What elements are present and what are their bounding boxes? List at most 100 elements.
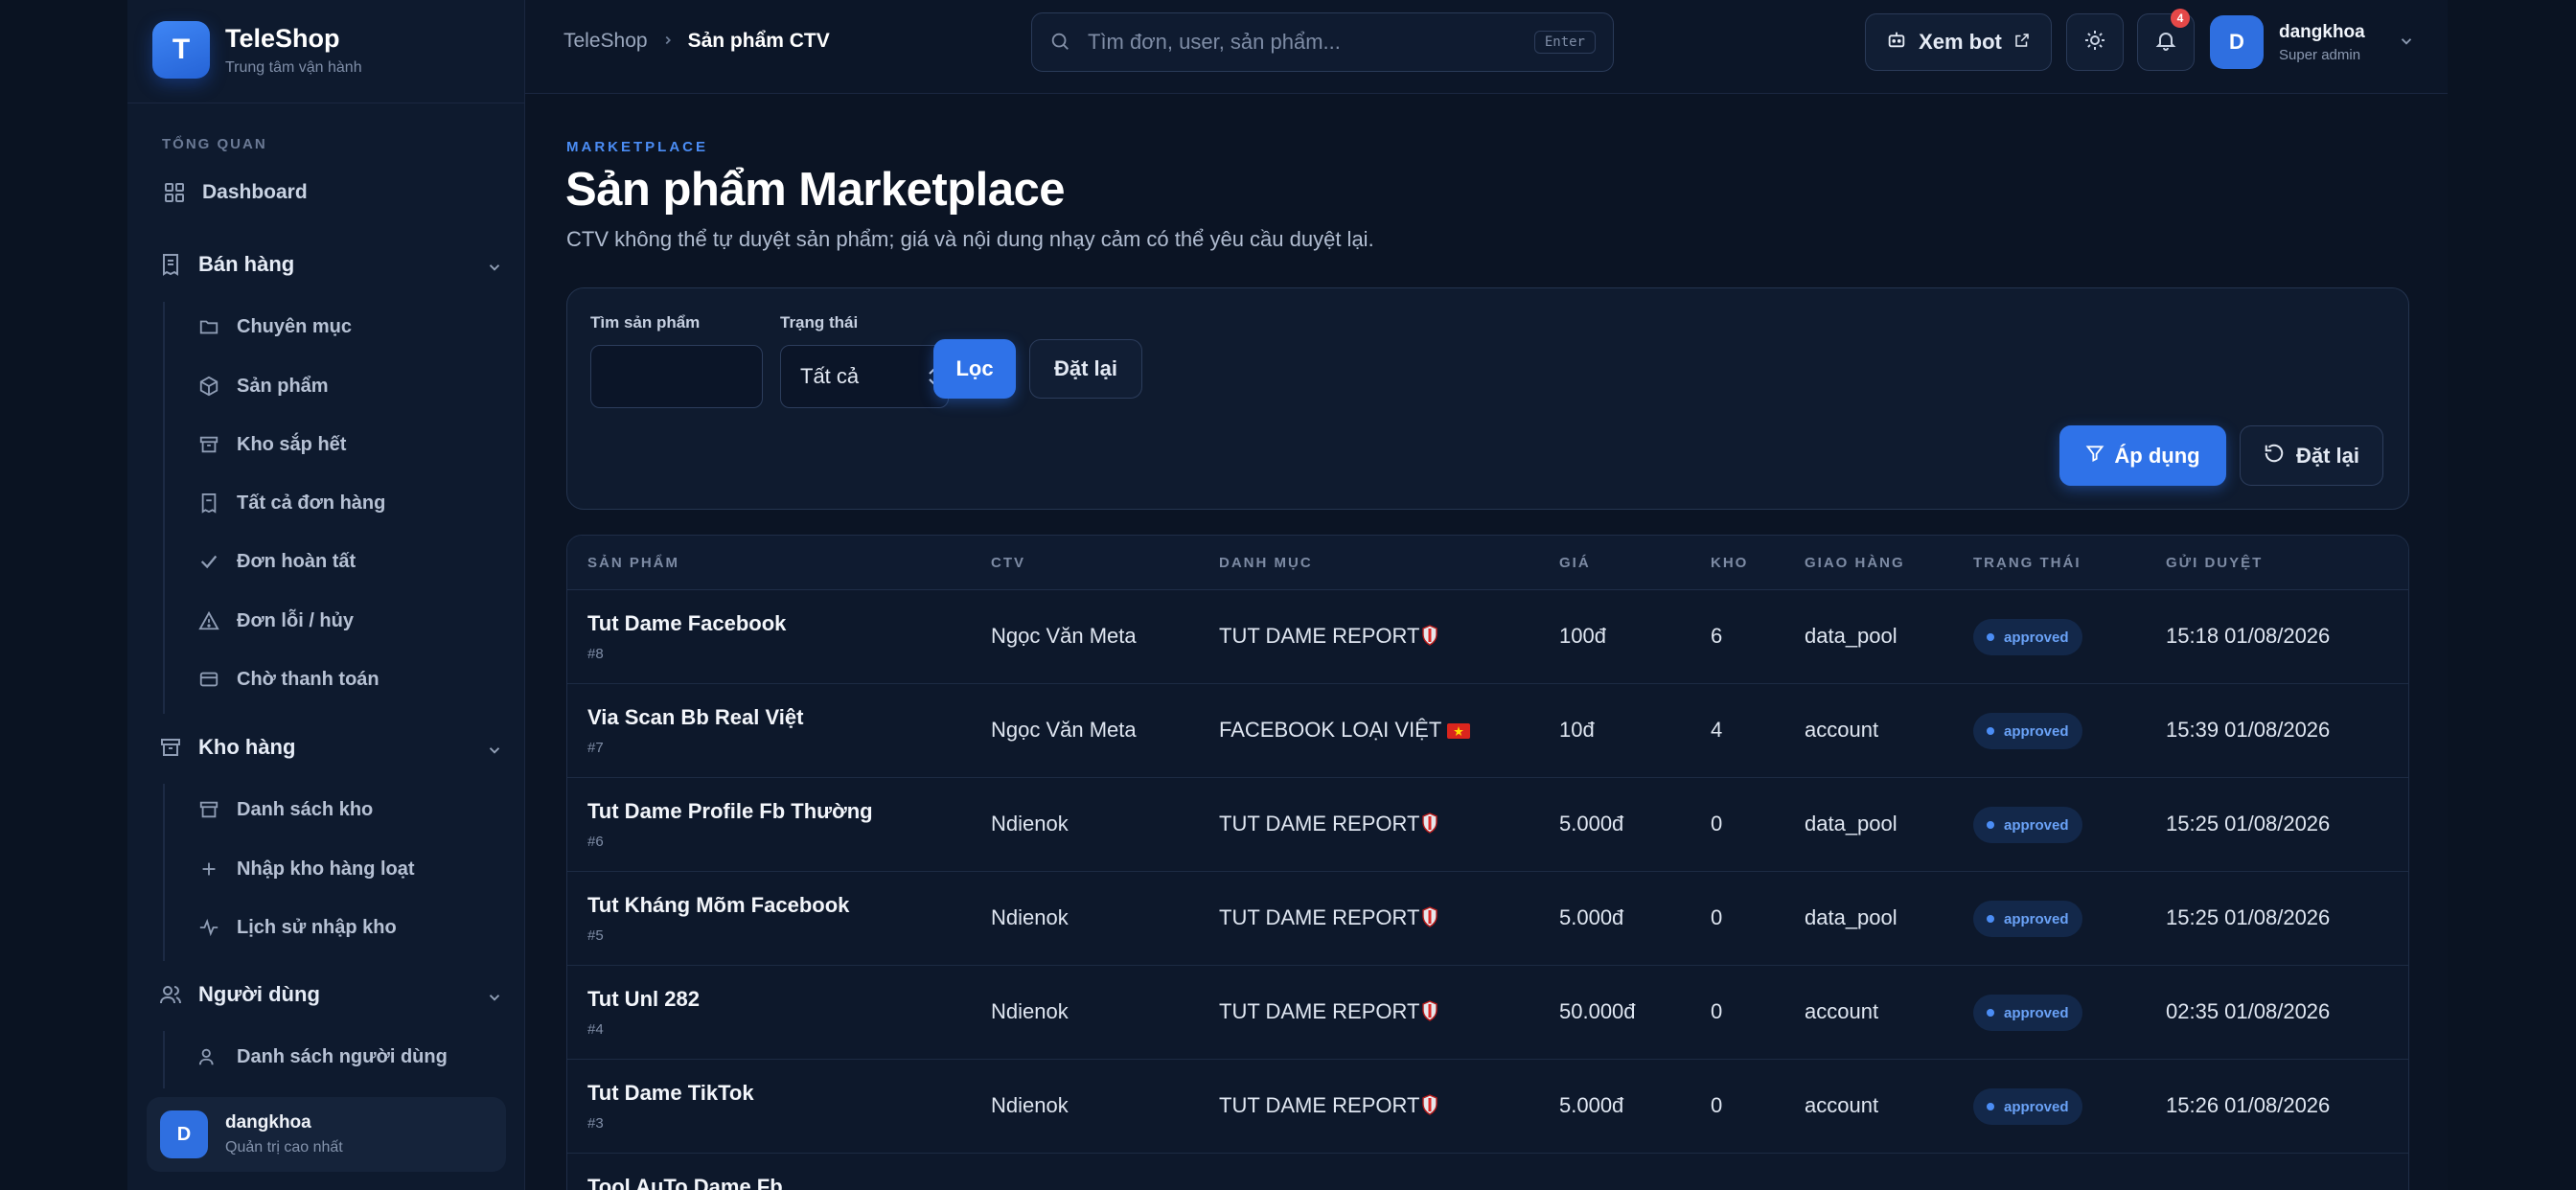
sidebar-item-completed-orders[interactable]: Đơn hoàn tất (196, 549, 356, 574)
table-row[interactable]: Tut Dame Profile Fb Thường #6 Ndienok TU… (567, 778, 2408, 872)
avatar: D (160, 1110, 208, 1158)
chevron-down-icon[interactable] (486, 257, 505, 276)
search-product-input[interactable] (590, 345, 763, 408)
column-header[interactable]: CTV (991, 555, 1025, 571)
category-name: TUT DAME REPORT (1219, 812, 1420, 835)
sidebar-user-card[interactable]: D dangkhoa Quản trị cao nhất (147, 1097, 506, 1172)
status-dot (1987, 633, 1994, 641)
sidebar-item-import-history[interactable]: Lịch sử nhập kho (196, 915, 397, 940)
sidebar-item-pending-payment[interactable]: Chờ thanh toán (196, 667, 380, 692)
product-name[interactable]: Tut Dame Facebook (587, 611, 786, 636)
sidebar-item-low-stock[interactable]: Kho sắp hết (196, 432, 346, 457)
page-title: Sản phẩm Marketplace (565, 164, 1066, 216)
chevron-right-icon (661, 31, 675, 53)
table-row[interactable]: Tut Kháng Mõm Facebook #5 Ndienok TUT DA… (567, 872, 2408, 966)
chevron-down-icon[interactable] (486, 740, 505, 759)
table-row[interactable]: Tut Dame TikTok #3 Ndienok TUT DAME REPO… (567, 1060, 2408, 1154)
sidebar-item-bulk-import[interactable]: Nhập kho hàng loạt (196, 857, 415, 881)
chevron-down-icon[interactable] (486, 987, 505, 1006)
bot-icon (1886, 29, 1907, 56)
sidebar-group-warehouse[interactable]: Kho hàng (158, 735, 500, 760)
submitted-cell: 02:35 01/08/2026 (2166, 999, 2331, 1023)
sidebar-item-categories[interactable]: Chuyên mục (196, 314, 352, 339)
price-cell: 100đ (1559, 624, 1606, 648)
status-dot (1987, 915, 1994, 923)
reset-filter-button[interactable]: Đặt lại (1029, 339, 1142, 399)
product-name[interactable]: Tut Dame TikTok (587, 1081, 754, 1106)
sidebar-item-user-list[interactable]: Danh sách người dùng (196, 1044, 448, 1069)
sidebar-group-users[interactable]: Người dùng (158, 982, 500, 1007)
stock-cell: 0 (1711, 999, 1723, 1023)
grid-icon (162, 180, 187, 205)
product-cell[interactable]: Via Scan Bb Real Việt #7 (587, 705, 803, 756)
stock-cell: 6 (1711, 624, 1723, 648)
column-header[interactable]: DANH MỤC (1219, 555, 1313, 571)
column-header[interactable]: GỬI DUYỆT (2166, 555, 2263, 571)
table-row[interactable]: Tut Dame Facebook #8 Ngọc Văn Meta TUT D… (567, 590, 2408, 684)
profile-menu[interactable]: D dangkhoa Super admin (2210, 15, 2417, 69)
sidebar-item-warehouse-list[interactable]: Danh sách kho (196, 797, 373, 822)
price-cell: 5.000đ (1559, 812, 1624, 835)
apply-button[interactable]: Áp dụng (2059, 425, 2226, 486)
table-row[interactable]: Tool AuTo Dame Fb (567, 1154, 2408, 1190)
category-cell: TUT DAME REPORT (1219, 624, 1438, 649)
product-cell[interactable]: Tut Dame TikTok #3 (587, 1081, 754, 1132)
product-cell[interactable]: Tut Unl 282 #4 (587, 987, 700, 1038)
sidebar-item-label: Đơn hoàn tất (237, 550, 356, 572)
status-badge: approved (1973, 807, 2082, 843)
filter-panel: Tìm sản phẩm Trạng thái Tất cả Lọc Đặt l… (566, 287, 2409, 510)
sidebar-item-label: Sản phẩm (237, 375, 329, 397)
sidebar-item-label: Chuyên mục (237, 315, 353, 337)
category-name: FACEBOOK LOẠI VIỆT (1219, 718, 1442, 742)
status-text: approved (2004, 1004, 2069, 1021)
folder-icon (196, 314, 221, 339)
theme-toggle-button[interactable] (2066, 13, 2124, 71)
breadcrumb-current: Sản phẩm CTV (687, 30, 830, 52)
global-search[interactable]: Enter (1031, 12, 1614, 72)
table-row[interactable]: Via Scan Bb Real Việt #7 Ngọc Văn Meta F… (567, 684, 2408, 778)
filter-button[interactable]: Lọc (933, 339, 1016, 399)
product-name[interactable]: Via Scan Bb Real Việt (587, 705, 803, 730)
bell-icon (2154, 29, 2177, 57)
delivery-cell: data_pool (1805, 812, 1898, 835)
product-name[interactable]: Tut Kháng Mõm Facebook (587, 893, 849, 918)
column-header[interactable]: TRẠNG THÁI (1973, 555, 2082, 571)
submenu-line (163, 1031, 165, 1088)
table-row[interactable]: Tut Unl 282 #4 Ndienok TUT DAME REPORT 5… (567, 966, 2408, 1060)
sidebar-item-products[interactable]: Sản phẩm (196, 374, 329, 399)
user-role: Quản trị cao nhất (225, 1139, 343, 1156)
breadcrumb-root[interactable]: TeleShop (564, 30, 648, 53)
sidebar-item-label: Danh sách người dùng (237, 1045, 448, 1067)
sidebar-item-label: Tất cả đơn hàng (237, 492, 386, 514)
reset-button[interactable]: Đặt lại (2240, 425, 2383, 486)
product-cell[interactable]: Tut Dame Profile Fb Thường #6 (587, 799, 873, 850)
notifications-button[interactable]: 4 (2137, 9, 2195, 71)
column-header[interactable]: GIÁ (1559, 555, 1591, 571)
status-badge: approved (1973, 995, 2082, 1031)
product-cell[interactable]: Tut Dame Facebook #8 (587, 611, 786, 662)
status-badge: approved (1973, 713, 2082, 749)
sidebar-item-failed-orders[interactable]: Đơn lỗi / hủy (196, 608, 354, 633)
search-input[interactable] (1088, 30, 1534, 55)
product-name[interactable]: Tut Dame Profile Fb Thường (587, 799, 873, 824)
product-name[interactable]: Tool AuTo Dame Fb (587, 1175, 783, 1190)
price-cell: 10đ (1559, 718, 1595, 742)
product-name[interactable]: Tut Unl 282 (587, 987, 700, 1012)
sidebar-group-sales[interactable]: Bán hàng (158, 252, 500, 277)
brand-logo: T (152, 21, 210, 79)
column-header[interactable]: KHO (1711, 555, 1748, 571)
sidebar-item-all-orders[interactable]: Tất cả đơn hàng (196, 491, 385, 515)
column-header[interactable]: GIAO HÀNG (1805, 555, 1905, 571)
column-header[interactable]: SẢN PHẨM (587, 555, 679, 571)
enter-kbd-hint: Enter (1533, 31, 1596, 54)
notification-badge: 4 (2171, 9, 2190, 28)
brand[interactable]: T TeleShop Trung tâm vận hành (152, 21, 362, 79)
status-select[interactable]: Tất cả (780, 345, 949, 408)
submitted-cell: 15:18 01/08/2026 (2166, 624, 2331, 648)
view-bot-button[interactable]: Xem bot (1865, 13, 2052, 71)
product-cell[interactable]: Tut Kháng Mõm Facebook #5 (587, 893, 849, 944)
sidebar-item-dashboard[interactable]: Dashboard (162, 180, 308, 205)
chevron-down-icon (2398, 33, 2417, 52)
product-cell[interactable]: Tool AuTo Dame Fb (587, 1175, 783, 1190)
category-cell: TUT DAME REPORT (1219, 905, 1438, 930)
